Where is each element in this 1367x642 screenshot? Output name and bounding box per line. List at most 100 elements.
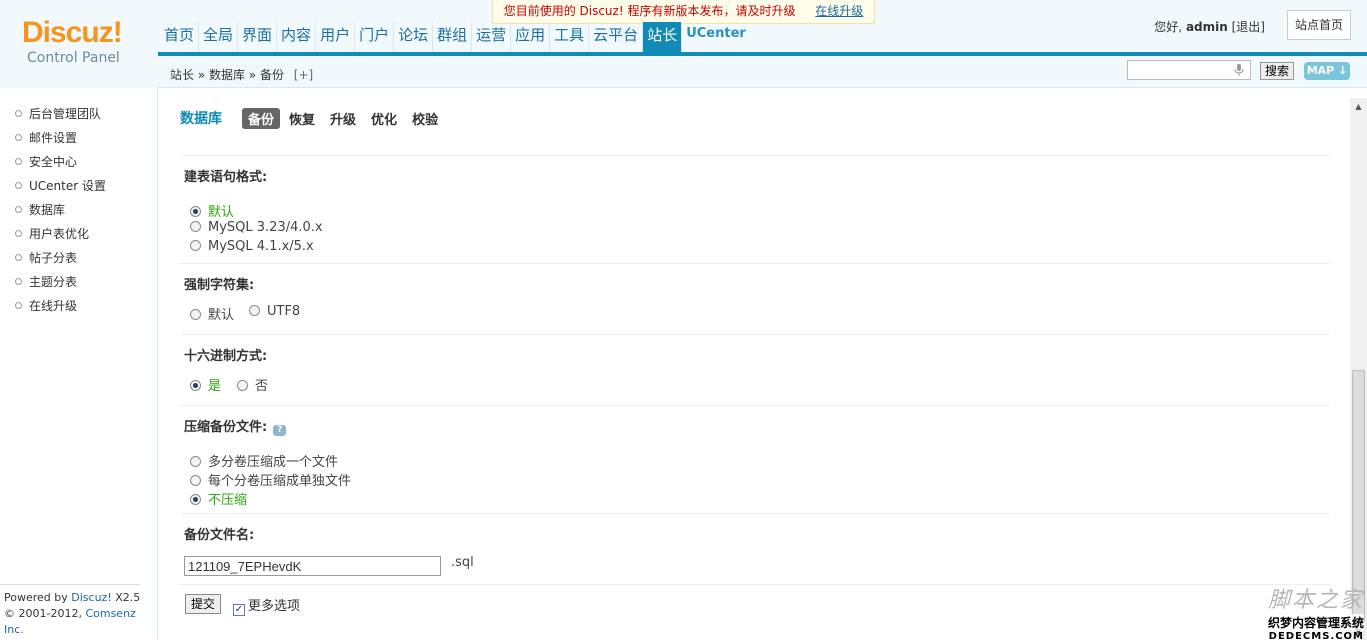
sidebar-item-label: 数据库 xyxy=(29,203,66,217)
radio-checked[interactable] xyxy=(190,380,201,391)
nav-webmaster[interactable]: 站长 xyxy=(643,22,683,54)
nav-users[interactable]: 用户 xyxy=(316,22,356,54)
radio-unchecked[interactable] xyxy=(190,240,201,251)
tab-upgrade[interactable]: 升级 xyxy=(324,108,362,129)
sidebar-item-database[interactable]: 数据库 xyxy=(0,201,157,225)
radio-unchecked[interactable] xyxy=(237,380,248,391)
main-content: 数据库 备份 恢复 升级 优化 校验 建表语句格式: 默认 MySQL 3.23… xyxy=(160,89,1350,640)
page-title: 数据库 xyxy=(180,111,222,127)
microphone-icon[interactable] xyxy=(1234,64,1244,76)
radio-unchecked[interactable] xyxy=(249,305,260,316)
nav-global[interactable]: 全局 xyxy=(199,22,239,54)
nav-forum[interactable]: 论坛 xyxy=(394,22,434,54)
nav-portal[interactable]: 门户 xyxy=(355,22,395,54)
option-label: 否 xyxy=(255,379,269,394)
online-upgrade-link[interactable]: 在线升级 xyxy=(815,4,863,18)
radio-unchecked[interactable] xyxy=(190,221,201,232)
nav-operations[interactable]: 运营 xyxy=(472,22,512,54)
nav-groups[interactable]: 群组 xyxy=(433,22,473,54)
logo[interactable]: Discuz! Control Panel xyxy=(0,0,158,88)
option-label: 每个分卷压缩成单独文件 xyxy=(208,474,352,489)
discuz-link[interactable]: Discuz! xyxy=(71,591,111,604)
breadcrumb-text: 站长 » 数据库 » 备份 xyxy=(170,68,284,82)
file-extension: .sql xyxy=(451,555,474,570)
arrow-down-icon: ↓ xyxy=(1338,64,1348,77)
filename-title: 备份文件名: xyxy=(184,528,255,543)
radio-checked[interactable] xyxy=(190,494,201,505)
option-label: 不压缩 xyxy=(208,493,248,508)
scroll-up-icon[interactable]: ▲ xyxy=(1350,98,1367,115)
bullet-icon xyxy=(15,278,22,285)
radio-unchecked[interactable] xyxy=(190,475,201,486)
nav-home[interactable]: 首页 xyxy=(160,22,200,54)
radio-unchecked[interactable] xyxy=(190,309,201,320)
charset-default[interactable]: 默认 xyxy=(190,304,234,323)
footer: Powered by Discuz! X2.5 © 2001-2012, Com… xyxy=(0,584,157,638)
tab-restore[interactable]: 恢复 xyxy=(283,108,321,129)
option-label: MySQL 3.23/4.0.x xyxy=(208,220,323,235)
charset-title: 强制字符集: xyxy=(184,278,255,293)
sidebar-item-security[interactable]: 安全中心 xyxy=(0,153,157,177)
search-button[interactable]: 搜索 xyxy=(1260,62,1294,80)
sidebar-item-thread-split[interactable]: 主题分表 xyxy=(0,273,157,297)
radio-checked[interactable] xyxy=(190,206,201,217)
charset-utf8[interactable]: UTF8 xyxy=(249,304,300,319)
nav-ucenter[interactable]: UCenter xyxy=(682,22,750,54)
backup-filename-input[interactable] xyxy=(184,556,441,576)
site-home-button[interactable]: 站点首页 xyxy=(1287,10,1351,40)
search-input[interactable] xyxy=(1127,60,1251,80)
sidebar-item-label: 后台管理团队 xyxy=(29,107,102,121)
watermark-line2: 织梦内容管理系统 xyxy=(1236,614,1364,631)
submit-button[interactable]: 提交 xyxy=(185,594,221,614)
nav-cloud[interactable]: 云平台 xyxy=(589,22,644,54)
sql-format-title: 建表语句格式: xyxy=(184,170,268,185)
option-label: 默认 xyxy=(208,308,235,323)
tab-backup[interactable]: 备份 xyxy=(242,107,281,129)
hex-no[interactable]: 否 xyxy=(237,375,268,394)
hex-yes[interactable]: 是 xyxy=(190,375,221,394)
sidebar-item-online-upgrade[interactable]: 在线升级 xyxy=(0,297,157,321)
checkbox-checked-icon[interactable]: ✓ xyxy=(233,604,245,616)
map-button[interactable]: MAP ↓ xyxy=(1304,62,1350,80)
nav-content[interactable]: 内容 xyxy=(277,22,317,54)
sidebar-item-admin-team[interactable]: 后台管理团队 xyxy=(0,105,157,129)
vertical-scrollbar[interactable]: ▲ ▼ xyxy=(1350,98,1367,640)
more-options-checkbox[interactable]: ✓ 更多选项 xyxy=(233,595,300,616)
sidebar-item-label: 主题分表 xyxy=(29,275,78,289)
greeting-text: 您好, xyxy=(1154,20,1183,34)
more-options-label: 更多选项 xyxy=(248,599,301,614)
add-shortcut-link[interactable]: [+] xyxy=(294,68,313,82)
bullet-icon xyxy=(15,230,22,237)
sidebar-item-label: UCenter 设置 xyxy=(29,179,106,193)
top-nav: 首页 全局 界面 内容 用户 门户 论坛 群组 运营 应用 工具 云平台 站长 … xyxy=(160,22,750,54)
sql-format-mysql323[interactable]: MySQL 3.23/4.0.x xyxy=(190,220,323,235)
compress-multi-one[interactable]: 多分卷压缩成一个文件 xyxy=(190,451,338,470)
divider xyxy=(180,263,1330,264)
tab-optimize[interactable]: 优化 xyxy=(365,108,403,129)
logout-link[interactable]: [退出] xyxy=(1232,20,1265,34)
bullet-icon xyxy=(15,302,22,309)
database-tabs: 数据库 备份 恢复 升级 优化 校验 xyxy=(180,107,447,129)
compress-none[interactable]: 不压缩 xyxy=(190,489,247,508)
radio-unchecked[interactable] xyxy=(190,456,201,467)
compress-multi-each[interactable]: 每个分卷压缩成单独文件 xyxy=(190,470,351,489)
sidebar-item-label: 安全中心 xyxy=(29,155,78,169)
nav-interface[interactable]: 界面 xyxy=(238,22,278,54)
bullet-icon xyxy=(15,182,22,189)
option-label: 默认 xyxy=(208,205,235,220)
sidebar-item-label: 帖子分表 xyxy=(29,251,78,265)
nav-tools[interactable]: 工具 xyxy=(550,22,590,54)
bullet-icon xyxy=(15,158,22,165)
watermark: 脚本之家 织梦内容管理系统 DEDECMS.COM xyxy=(1236,582,1364,642)
tab-verify[interactable]: 校验 xyxy=(406,108,444,129)
sidebar-item-post-split[interactable]: 帖子分表 xyxy=(0,249,157,273)
sidebar-item-ucenter-settings[interactable]: UCenter 设置 xyxy=(0,177,157,201)
sql-format-default[interactable]: 默认 xyxy=(190,201,234,220)
powered-by-text: Powered by xyxy=(4,591,68,604)
sidebar-item-user-table-optimize[interactable]: 用户表优化 xyxy=(0,225,157,249)
sidebar-item-mail-settings[interactable]: 邮件设置 xyxy=(0,129,157,153)
nav-apps[interactable]: 应用 xyxy=(511,22,551,54)
sql-format-mysql41[interactable]: MySQL 4.1.x/5.x xyxy=(190,239,314,254)
footer-copyright: © 2001-2012, Comsenz Inc. xyxy=(4,606,157,638)
help-icon[interactable]: ? xyxy=(273,425,287,436)
